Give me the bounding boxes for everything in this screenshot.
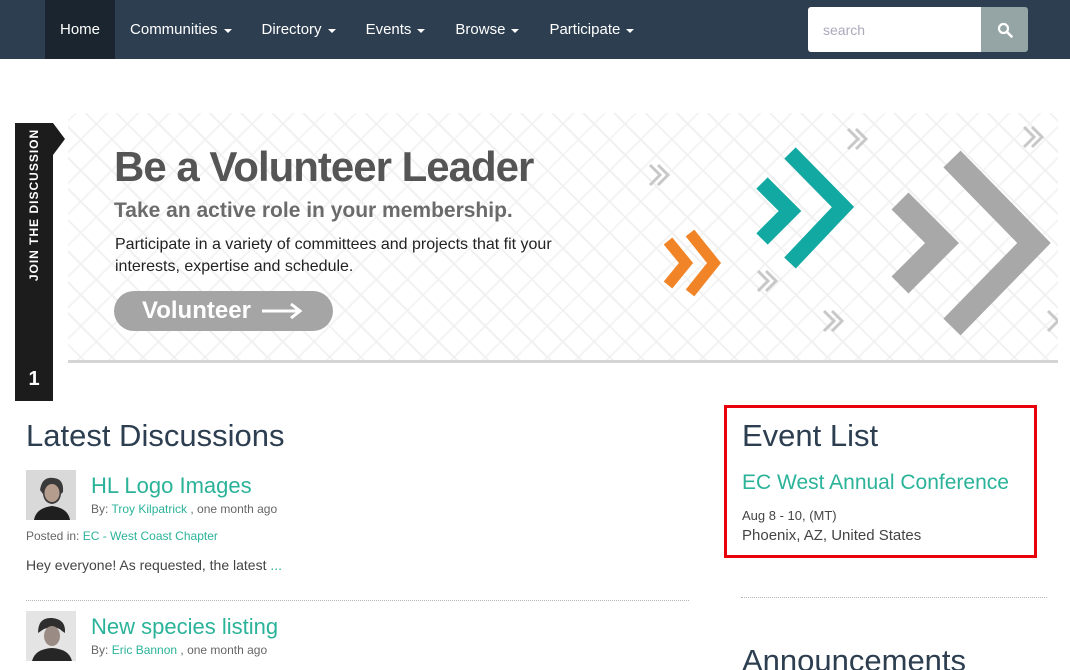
posted-in-label: Posted in:	[26, 529, 80, 543]
discussion-title-link[interactable]: New species listing	[91, 614, 278, 640]
nav-participate[interactable]: Participate	[534, 0, 649, 59]
nav-participate-label: Participate	[549, 21, 621, 38]
banner-title: Be a Volunteer Leader	[114, 143, 534, 190]
caret-down-icon	[327, 28, 336, 33]
nav-communities[interactable]: Communities	[115, 0, 247, 59]
banner-text: Participate in a variety of committees a…	[115, 236, 552, 275]
arrow-right-icon	[261, 303, 303, 319]
join-discussion-tab[interactable]: JOIN THE DISCUSSION 1	[15, 123, 65, 401]
author-link[interactable]: Troy Kilpatrick	[111, 502, 187, 516]
caret-down-icon	[626, 28, 635, 33]
search-input[interactable]	[808, 7, 981, 52]
announcements-title: Announcements	[742, 643, 967, 670]
discussion-excerpt: Hey everyone! As requested, the latest .…	[26, 557, 282, 573]
community-link[interactable]: EC - West Coast Chapter	[83, 529, 218, 543]
join-discussion-count: 1	[28, 368, 40, 390]
caret-down-icon	[511, 28, 520, 33]
read-more-link[interactable]: ...	[270, 557, 282, 573]
volunteer-button-label: Volunteer	[142, 297, 251, 324]
discussion-meta: By: Troy Kilpatrick , one month ago	[91, 502, 277, 516]
latest-discussions-title: Latest Discussions	[26, 418, 285, 453]
nav-directory[interactable]: Directory	[247, 0, 351, 59]
discussion-title-link[interactable]: HL Logo Images	[91, 473, 252, 499]
volunteer-banner[interactable]: Be a Volunteer Leader Take an active rol…	[68, 113, 1058, 363]
avatar[interactable]	[26, 611, 76, 661]
user-photo-icon	[26, 470, 76, 520]
avatar[interactable]	[26, 470, 76, 520]
top-navbar: Home Communities Directory Events Browse…	[0, 0, 1070, 59]
nav-events[interactable]: Events	[351, 0, 441, 59]
divider	[26, 600, 689, 601]
by-label: By:	[91, 502, 109, 516]
join-discussion-label: JOIN THE DISCUSSION	[27, 128, 41, 282]
nav-browse[interactable]: Browse	[440, 0, 534, 59]
user-photo-icon	[26, 611, 76, 661]
event-title-link[interactable]: EC West Annual Conference	[742, 471, 1009, 495]
nav-directory-label: Directory	[261, 21, 322, 38]
divider	[741, 597, 1047, 598]
post-time: , one month ago	[180, 643, 268, 657]
nav-home-label: Home	[60, 21, 101, 38]
event-date: Aug 8 - 10, (MT)	[742, 508, 837, 523]
nav-communities-label: Communities	[130, 21, 218, 38]
nav-events-label: Events	[365, 21, 412, 38]
event-location: Phoenix, AZ, United States	[742, 527, 922, 544]
excerpt-text: Hey everyone! As requested, the latest	[26, 557, 267, 573]
chevron-graphic	[648, 125, 1058, 336]
discussion-meta: By: Eric Bannon , one month ago	[91, 643, 267, 657]
caret-down-icon	[223, 28, 232, 33]
post-time: , one month ago	[190, 502, 278, 516]
nav-browse-label: Browse	[455, 21, 506, 38]
posted-in: Posted in: EC - West Coast Chapter	[26, 529, 218, 543]
main-nav: Home Communities Directory Events Browse…	[45, 0, 649, 59]
volunteer-button[interactable]: Volunteer	[114, 291, 333, 331]
search-icon	[997, 22, 1013, 38]
nav-home[interactable]: Home	[45, 0, 116, 59]
caret-down-icon	[417, 28, 426, 33]
banner-subtitle: Take an active role in your membership.	[114, 199, 513, 222]
event-list-title: Event List	[742, 418, 879, 453]
search-button[interactable]	[981, 7, 1028, 52]
by-label: By:	[91, 643, 109, 657]
author-link[interactable]: Eric Bannon	[112, 643, 177, 657]
